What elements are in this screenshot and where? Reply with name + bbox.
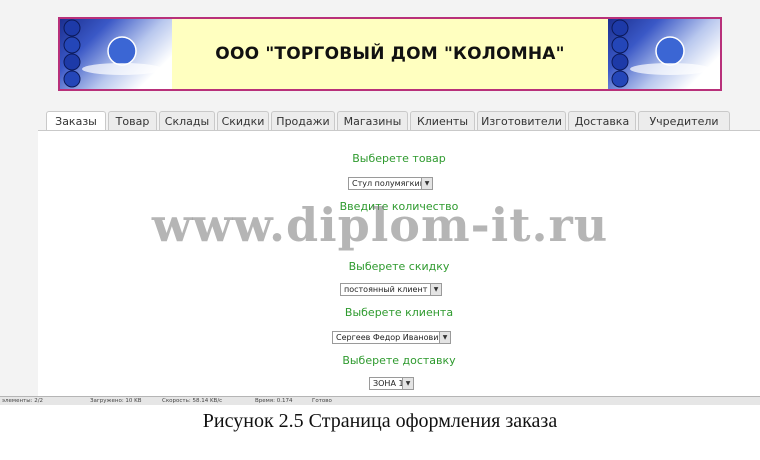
chevron-down-icon: ▼	[439, 332, 450, 343]
chevron-down-icon: ▼	[421, 178, 432, 189]
product-select-value: Стул полумягкий	[352, 179, 425, 188]
order-form-panel: Выберете товар Стул полумягкий ▼ Введите…	[38, 130, 760, 397]
status-loaded: Загружено: 10 KB	[90, 398, 142, 404]
tab-sales[interactable]: Продажи	[271, 111, 335, 130]
delivery-select[interactable]: ЗОНА 1 ▼	[369, 377, 414, 390]
watermark: www.diplom-it.ru	[151, 198, 609, 252]
status-time: Время: 0.174	[255, 398, 293, 404]
product-label: Выберете товар	[352, 152, 446, 165]
status-speed: Скорость: 58.14 KB/c	[162, 398, 223, 404]
delivery-label: Выберете доставку	[342, 354, 456, 367]
banner-globe-image-left	[60, 19, 172, 89]
client-select[interactable]: Сергеев Федор Иванович ▼	[332, 331, 451, 344]
site-header-banner: ООО "ТОРГОВЫЙ ДОМ "КОЛОМНА"	[58, 17, 722, 91]
figure-caption: Рисунок 2.5 Страница оформления заказа	[202, 410, 558, 432]
tab-clients[interactable]: Клиенты	[410, 111, 475, 130]
tab-warehouses[interactable]: Склады	[159, 111, 215, 130]
tab-manufacturers[interactable]: Изготовители	[477, 111, 566, 130]
tab-delivery[interactable]: Доставка	[568, 111, 636, 130]
delivery-select-value: ЗОНА 1	[373, 379, 404, 388]
status-ready: Готово	[312, 398, 332, 404]
client-select-value: Сергеев Федор Иванович	[336, 333, 444, 342]
company-title: ООО "ТОРГОВЫЙ ДОМ "КОЛОМНА"	[215, 44, 565, 64]
browser-window: ООО "ТОРГОВЫЙ ДОМ "КОЛОМНА" Заказы Товар…	[0, 0, 760, 405]
tab-discounts[interactable]: Скидки	[217, 111, 269, 130]
discount-select[interactable]: постоянный клиент ▼	[340, 283, 442, 296]
browser-status-bar: элементы: 2/2 Загружено: 10 KB Скорость:…	[0, 396, 760, 405]
banner-globe-image-right	[608, 19, 720, 89]
client-label: Выберете клиента	[344, 306, 454, 319]
product-select[interactable]: Стул полумягкий ▼	[348, 177, 433, 190]
discount-label: Выберете скидку	[348, 260, 450, 273]
tab-stores[interactable]: Магазины	[337, 111, 408, 130]
chevron-down-icon: ▼	[430, 284, 441, 295]
main-tab-bar: Заказы Товар Склады Скидки Продажи Магаз…	[46, 111, 760, 132]
chevron-down-icon: ▼	[402, 378, 413, 389]
status-elements: элементы: 2/2	[2, 398, 44, 404]
tab-orders[interactable]: Заказы	[46, 111, 106, 132]
tab-founders[interactable]: Учредители	[638, 111, 730, 130]
tab-products[interactable]: Товар	[108, 111, 157, 130]
discount-select-value: постоянный клиент	[344, 285, 428, 294]
